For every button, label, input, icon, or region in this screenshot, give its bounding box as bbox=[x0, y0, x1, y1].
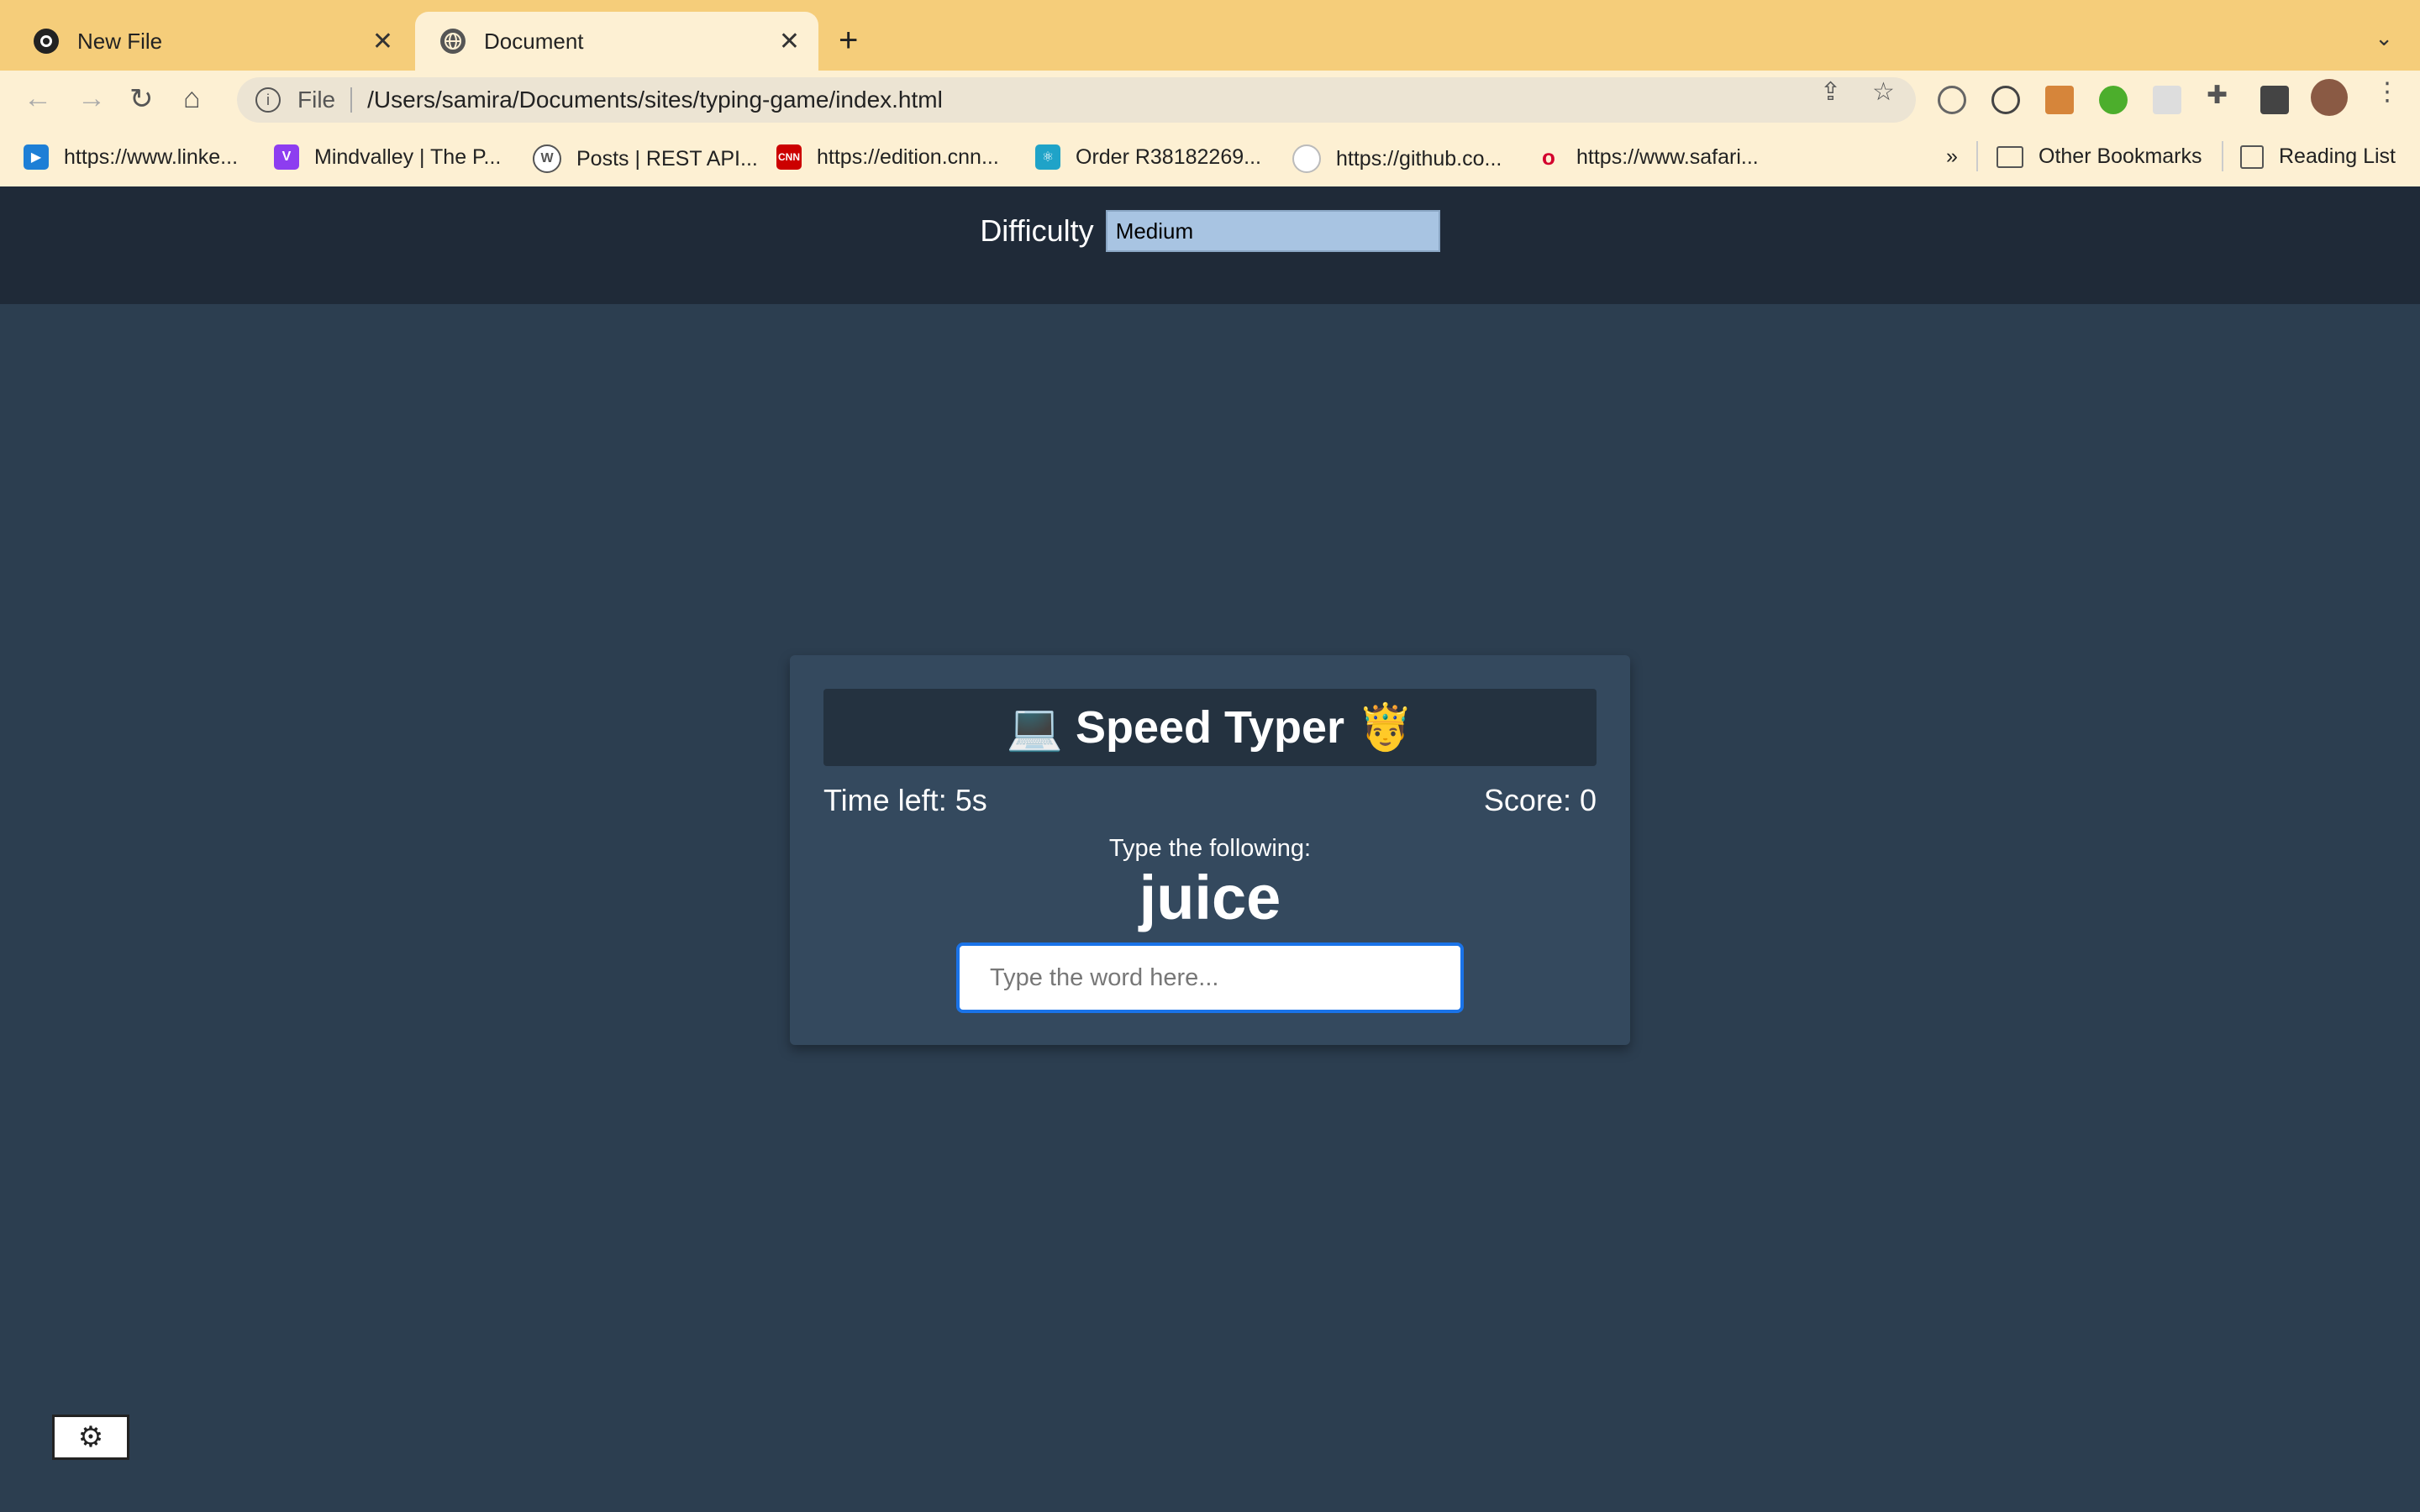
game-title: 💻 Speed Typer 🤴 bbox=[823, 689, 1597, 766]
browser-toolbar: ← → ↻ ⌂ i File /Users/samira/Documents/s… bbox=[0, 71, 2420, 129]
score: Score: 0 bbox=[1483, 783, 1597, 817]
video-icon: ▶ bbox=[24, 144, 49, 170]
gear-icon: ⚙ bbox=[77, 1421, 104, 1453]
bookmarks-overflow-button[interactable]: » bbox=[1946, 144, 1958, 169]
back-arrow-icon[interactable]: ← bbox=[24, 82, 52, 115]
bookmark-item[interactable]: https://github.co... bbox=[1292, 144, 1502, 173]
divider bbox=[350, 87, 353, 113]
settings-toggle-button[interactable]: ⚙ bbox=[52, 1415, 129, 1460]
mindvalley-icon: V bbox=[274, 144, 299, 170]
bookmark-item[interactable]: V Mindvalley | The P... bbox=[274, 144, 501, 170]
extension-icon[interactable] bbox=[1938, 86, 1966, 114]
difficulty-control: Difficulty Medium bbox=[980, 210, 1440, 252]
star-icon[interactable]: ☆ bbox=[1872, 77, 1895, 107]
grammarly-extension-icon[interactable] bbox=[2099, 86, 2128, 114]
share-icon[interactable]: ⇪ bbox=[1820, 77, 1841, 107]
bookmark-item[interactable]: CNN https://edition.cnn... bbox=[776, 144, 999, 170]
oreilly-icon: o bbox=[1536, 144, 1561, 170]
divider bbox=[1976, 141, 1978, 171]
difficulty-select[interactable]: Medium bbox=[1105, 210, 1440, 252]
bookmark-item[interactable]: ⚛ Order R38182269... bbox=[1035, 144, 1261, 170]
address-bar[interactable]: i File /Users/samira/Documents/sites/typ… bbox=[237, 77, 1916, 123]
target-word: juice bbox=[1139, 863, 1281, 932]
tab-title: New File bbox=[77, 28, 163, 54]
tab-bar: New File ✕ Document ✕ + ⌄ bbox=[0, 0, 2420, 71]
github-icon bbox=[1292, 144, 1321, 173]
tab-new-file[interactable]: New File ✕ bbox=[8, 12, 412, 71]
reading-list-button[interactable]: Reading List bbox=[2240, 144, 2396, 169]
other-bookmarks-label: Other Bookmarks bbox=[2039, 144, 2202, 168]
reading-list-icon bbox=[2240, 144, 2264, 169]
other-bookmarks-folder[interactable]: Other Bookmarks bbox=[1996, 144, 2202, 169]
avatar[interactable] bbox=[2311, 79, 2348, 116]
reading-list-label: Reading List bbox=[2279, 144, 2396, 168]
chevron-down-icon[interactable]: ⌄ bbox=[2375, 25, 2393, 51]
difficulty-label: Difficulty bbox=[980, 213, 1094, 248]
bookmarks-bar: ▶ https://www.linke... V Mindvalley | Th… bbox=[0, 129, 2420, 188]
settings-header: Difficulty Medium bbox=[0, 186, 2420, 304]
home-icon[interactable]: ⌂ bbox=[183, 82, 201, 115]
divider bbox=[2222, 141, 2223, 171]
ruler-extension-icon[interactable] bbox=[2045, 86, 2074, 114]
bookmark-label: https://www.safari... bbox=[1576, 144, 1759, 169]
bookmark-label: Posts | REST API... bbox=[576, 146, 758, 171]
forward-arrow-icon[interactable]: → bbox=[77, 82, 106, 115]
folder-icon bbox=[1996, 145, 2023, 168]
react-icon: ⚛ bbox=[1035, 144, 1060, 170]
sync-extension-icon[interactable] bbox=[1991, 86, 2020, 114]
react-extension-icon[interactable] bbox=[2153, 86, 2181, 114]
tab-document[interactable]: Document ✕ bbox=[415, 12, 818, 71]
github-icon bbox=[34, 29, 59, 54]
globe-icon bbox=[440, 29, 466, 54]
wordpress-icon: W bbox=[533, 144, 561, 173]
reload-icon[interactable]: ↻ bbox=[129, 82, 154, 116]
url-text: /Users/samira/Documents/sites/typing-gam… bbox=[367, 87, 943, 113]
word-input[interactable] bbox=[956, 942, 1464, 1013]
bookmark-item[interactable]: W Posts | REST API... bbox=[533, 144, 758, 173]
bookmark-label: https://www.linke... bbox=[64, 144, 239, 169]
bookmark-label: https://github.co... bbox=[1336, 146, 1502, 171]
puzzle-icon[interactable]: ✚ bbox=[2207, 81, 2228, 110]
close-icon[interactable]: ✕ bbox=[372, 27, 393, 56]
new-tab-button[interactable]: + bbox=[839, 22, 858, 60]
game-container: 💻 Speed Typer 🤴 Time left: 5s Score: 0 T… bbox=[790, 655, 1630, 1045]
cnn-icon: CNN bbox=[776, 144, 802, 170]
bookmark-item[interactable]: o https://www.safari... bbox=[1536, 144, 1759, 170]
overflow-chevron: » bbox=[1946, 144, 1958, 168]
tab-title: Document bbox=[484, 28, 584, 54]
kebab-menu-icon[interactable]: ⋮ bbox=[2375, 77, 2400, 107]
bookmark-item[interactable]: ▶ https://www.linke... bbox=[24, 144, 238, 170]
close-icon[interactable]: ✕ bbox=[779, 27, 800, 56]
info-icon[interactable]: i bbox=[255, 87, 281, 113]
type-prompt: Type the following: bbox=[1108, 835, 1312, 862]
time-left: Time left: 5s bbox=[823, 783, 987, 817]
url-scheme: File bbox=[297, 87, 336, 113]
bookmark-label: Order R38182269... bbox=[1076, 144, 1261, 169]
bookmark-label: https://edition.cnn... bbox=[817, 144, 999, 169]
bookmark-label: Mindvalley | The P... bbox=[314, 144, 502, 169]
lab-icon[interactable] bbox=[2260, 86, 2289, 114]
